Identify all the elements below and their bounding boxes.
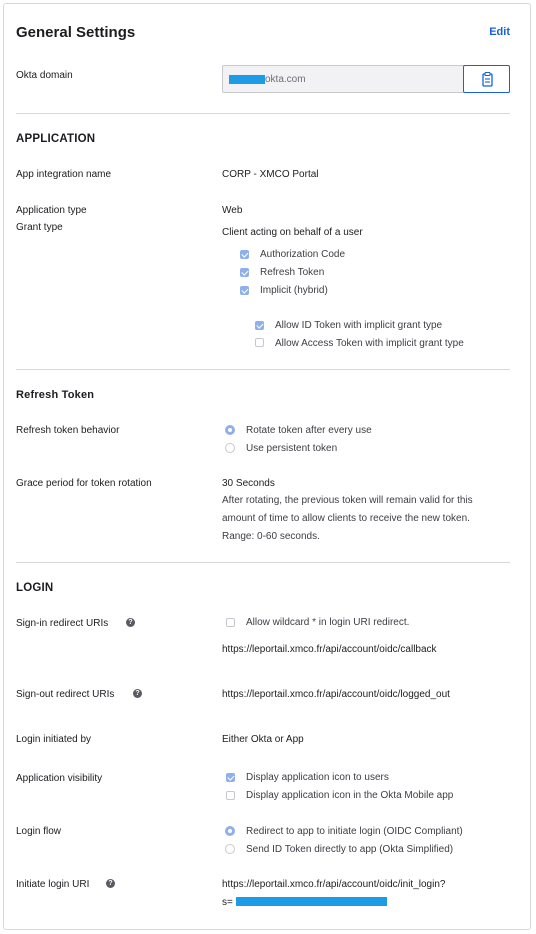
checkbox-authorization-code[interactable] [240, 250, 249, 259]
grace-period-label: Grace period for token rotation [16, 478, 152, 489]
radio-send-id-token[interactable] [225, 844, 235, 854]
application-type-label: Application type [16, 205, 87, 216]
checkbox-allow-id-token[interactable] [255, 321, 264, 330]
signout-redirect-label: Sign-out redirect URIs [16, 689, 115, 700]
redacted-block [236, 897, 387, 906]
display-icon-mobile-label: Display application icon in the Okta Mob… [246, 790, 454, 801]
help-icon[interactable]: ? [126, 618, 135, 627]
signin-redirect-uri: https://leportail.xmco.fr/api/account/oi… [222, 644, 437, 655]
login-initiated-value: Either Okta or App [222, 734, 304, 745]
checkbox-display-icon-mobile[interactable] [226, 791, 235, 800]
grace-period-help: amount of time to allow clients to recei… [222, 513, 470, 524]
initiate-login-uri: https://leportail.xmco.fr/api/account/oi… [222, 879, 446, 890]
login-initiated-label: Login initiated by [16, 734, 92, 745]
copy-button[interactable] [463, 65, 510, 93]
grant-type-value: Client acting on behalf of a user [222, 227, 363, 238]
display-icon-users-label: Display application icon to users [246, 772, 389, 783]
checkbox-allow-wildcard[interactable] [226, 618, 235, 627]
edit-button[interactable]: Edit [489, 26, 510, 38]
help-icon[interactable]: ? [133, 689, 142, 698]
integration-name-value: CORP - XMCO Portal [222, 169, 319, 180]
radio-rotate-token[interactable] [225, 425, 235, 435]
help-icon[interactable]: ? [106, 879, 115, 888]
login-heading: LOGIN [16, 582, 54, 594]
allow-id-token-label: Allow ID Token with implicit grant type [275, 320, 443, 331]
radio-persistent-token[interactable] [225, 443, 235, 453]
checkbox-implicit-hybrid[interactable] [240, 286, 249, 295]
okta-domain-field[interactable]: okta.com [222, 65, 510, 93]
checkbox-allow-access-token[interactable] [255, 338, 264, 347]
integration-name-label: App integration name [16, 169, 112, 180]
divider [16, 369, 510, 370]
clipboard-icon [482, 71, 493, 87]
grace-period-range: Range: 0-60 seconds. [222, 531, 320, 542]
rotate-token-label: Rotate token after every use [246, 425, 372, 436]
allow-access-token-label: Allow Access Token with implicit grant t… [275, 338, 464, 349]
okta-domain-value: okta.com [265, 74, 306, 85]
divider [16, 562, 510, 563]
refresh-token-heading: Refresh Token [16, 389, 95, 401]
divider [16, 113, 510, 114]
checkbox-display-icon-users[interactable] [226, 773, 235, 782]
send-id-token-label: Send ID Token directly to app (Okta Simp… [246, 844, 454, 855]
redirect-to-app-label: Redirect to app to initiate login (OIDC … [246, 826, 463, 837]
page-title: General Settings [16, 24, 136, 41]
okta-domain-label: Okta domain [16, 70, 73, 81]
checkbox-refresh-token[interactable] [240, 268, 249, 277]
refresh-token-label: Refresh Token [260, 267, 325, 278]
signout-redirect-uri: https://leportail.xmco.fr/api/account/oi… [222, 689, 450, 700]
application-type-value: Web [222, 205, 243, 216]
implicit-hybrid-label: Implicit (hybrid) [260, 285, 328, 296]
application-heading: APPLICATION [16, 133, 96, 145]
initiate-login-uri-label: Initiate login URI [16, 879, 90, 890]
refresh-behavior-label: Refresh token behavior [16, 425, 120, 436]
initiate-login-uri-continued: s= [222, 897, 233, 908]
persistent-token-label: Use persistent token [246, 443, 338, 454]
radio-redirect-to-app[interactable] [225, 826, 235, 836]
redacted-block [229, 75, 265, 84]
authorization-code-label: Authorization Code [260, 249, 346, 260]
allow-wildcard-label: Allow wildcard * in login URI redirect. [246, 617, 410, 628]
login-flow-label: Login flow [16, 826, 62, 837]
signin-redirect-label: Sign-in redirect URIs [16, 618, 109, 629]
grace-period-value: 30 Seconds [222, 478, 275, 489]
grant-type-label: Grant type [16, 222, 63, 233]
application-visibility-label: Application visibility [16, 773, 103, 784]
grace-period-help: After rotating, the previous token will … [222, 495, 473, 506]
